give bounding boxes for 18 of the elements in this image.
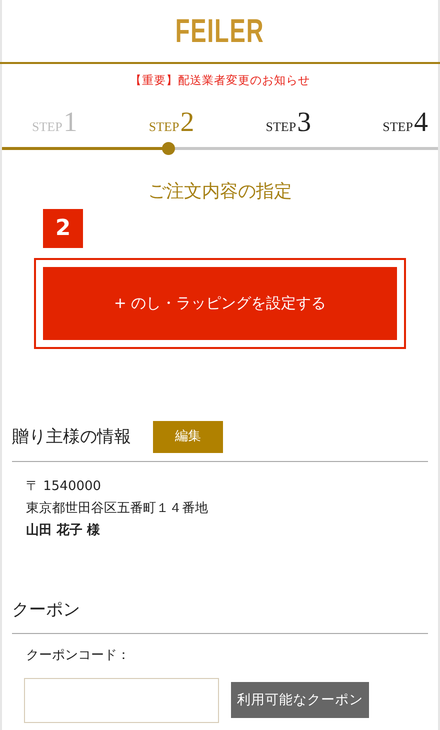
notice-link[interactable]: 【重要】配送業者変更のお知らせ — [130, 72, 310, 90]
section-heading: 贈り主様の情報 — [12, 426, 131, 447]
step-label: STEP2 — [148, 109, 194, 137]
step-label: STEP 3 — [266, 109, 312, 137]
coupon-input[interactable] — [24, 678, 219, 722]
page-title: ご注文内容の指定 — [147, 180, 293, 204]
step-number-badge: 2 — [43, 209, 83, 248]
wrapping-button[interactable]: + のし・ラッピングを設定する — [43, 267, 397, 340]
logo[interactable]: FEILER — [176, 6, 264, 56]
postal-code: 〒 1540000 — [26, 478, 102, 496]
recipient-name: 山田 花子 様 — [26, 522, 102, 540]
step-label: STEP 1 — [32, 109, 78, 137]
section-heading: クーポン — [12, 598, 428, 634]
coupon-button[interactable]: 利用可能なクーポン — [231, 682, 369, 718]
address-text: 東京都世田谷区五番町１４番地 — [26, 500, 209, 518]
field-label: クーポンコード： — [26, 647, 131, 665]
step-label: STEP4 — [382, 109, 428, 137]
edit-button[interactable]: 編集 — [153, 421, 223, 452]
